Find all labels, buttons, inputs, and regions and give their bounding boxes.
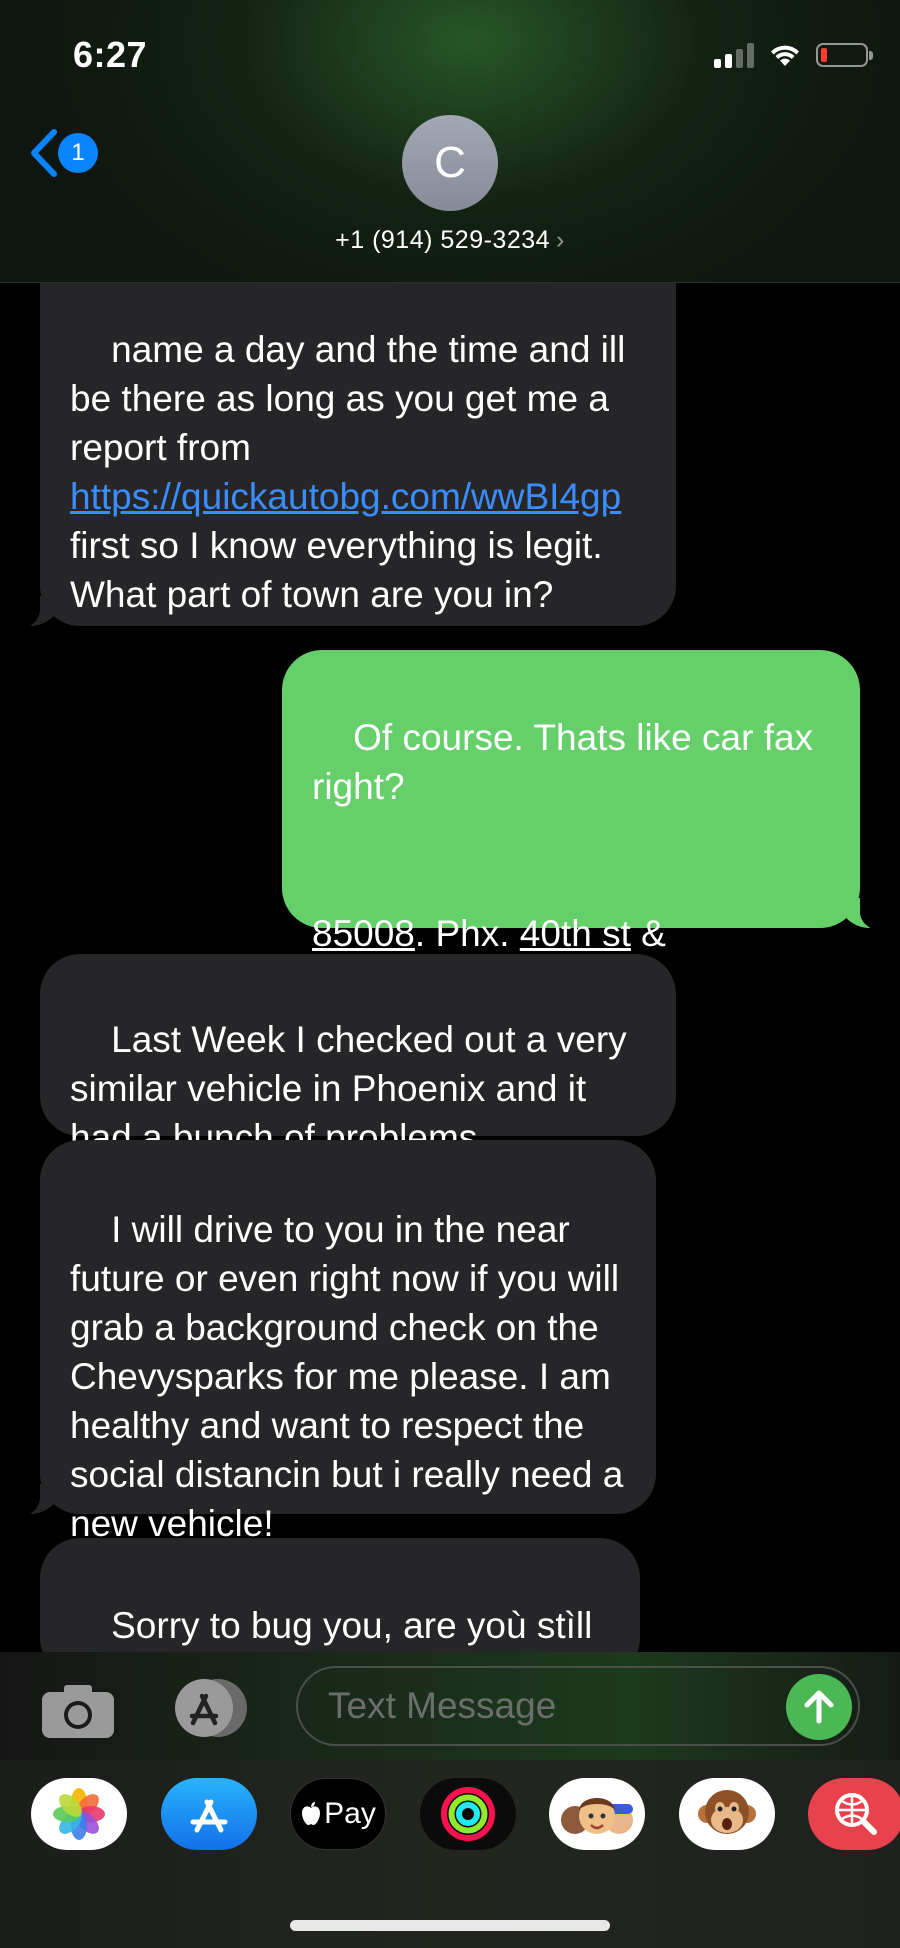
- camera-button[interactable]: [40, 1682, 116, 1740]
- imessage-app-drawer: Pay: [0, 1760, 900, 1948]
- apple-pay-app[interactable]: Pay: [290, 1778, 386, 1850]
- activity-icon: [441, 1787, 495, 1841]
- app-store-icon: [190, 1799, 228, 1833]
- message-input[interactable]: [296, 1666, 860, 1746]
- message-text: I will drive to you in the near future o…: [70, 1209, 634, 1544]
- memoji-icon: [561, 1798, 633, 1834]
- cellular-signal-icon: [714, 42, 754, 68]
- chevron-right-icon: ›: [556, 226, 565, 254]
- app-store-icon: [175, 1679, 247, 1737]
- message-text: name a day and the time and ill be there…: [70, 329, 636, 468]
- web-search-icon: [835, 1793, 877, 1835]
- message-text: Of course. Thats like car fax right?: [312, 717, 824, 807]
- unread-badge: 1: [58, 133, 98, 173]
- contact-number: +1 (914) 529-3234: [335, 226, 551, 254]
- message-link[interactable]: https://quickautobg.com/wwBI4gp: [70, 476, 621, 517]
- message-text: Last Week I checked out a very similar v…: [70, 1019, 637, 1158]
- address-link[interactable]: 40th st: [520, 913, 631, 954]
- contact-avatar[interactable]: C: [402, 115, 498, 211]
- status-time: 6:27: [73, 34, 148, 75]
- app-store-app[interactable]: [161, 1778, 257, 1850]
- message-bubble-outgoing[interactable]: Of course. Thats like car fax right? 850…: [282, 650, 886, 1003]
- message-bubble-incoming[interactable]: I will drive to you in the near future o…: [14, 1140, 656, 1544]
- chevron-left-icon: [31, 129, 57, 177]
- animoji-app[interactable]: [679, 1778, 775, 1850]
- arrow-up-icon: [804, 1690, 834, 1724]
- photos-icon: [53, 1788, 105, 1840]
- home-indicator[interactable]: [290, 1920, 610, 1931]
- apple-pay-label: Pay: [324, 1797, 376, 1830]
- memoji-app[interactable]: [549, 1778, 645, 1850]
- photos-app[interactable]: [31, 1778, 127, 1850]
- zip-code-link[interactable]: 85008: [312, 913, 415, 954]
- send-button[interactable]: [786, 1674, 852, 1740]
- message-text: Sorry to bug you, are yoù stìll hère tho…: [111, 1605, 593, 1646]
- app-store-button[interactable]: [166, 1678, 256, 1738]
- message-text: . Phx.: [414, 913, 520, 954]
- back-button[interactable]: 1: [26, 128, 98, 178]
- message-bubble-incoming[interactable]: Last Week I checked out a very similar v…: [40, 954, 676, 1158]
- message-bubble-incoming[interactable]: Sorry to bug you, are yoù stìll hère tho…: [40, 1538, 640, 1652]
- status-icons: [714, 40, 873, 70]
- camera-icon: [42, 1685, 114, 1738]
- activity-app[interactable]: [420, 1778, 516, 1850]
- message-list[interactable]: name a day and the time and ill be there…: [0, 282, 900, 1652]
- conversation-header: 6:27 1 C +1 (914) 529-3234 ›: [0, 0, 900, 283]
- animoji-monkey-icon: [698, 1790, 756, 1834]
- apple-logo-icon: [302, 1802, 321, 1825]
- wifi-icon: [771, 45, 799, 66]
- contact-name[interactable]: +1 (914) 529-3234 ›: [0, 226, 900, 255]
- web-search-app[interactable]: [808, 1778, 900, 1850]
- battery-icon: [816, 43, 873, 67]
- compose-bar: [0, 1652, 900, 1760]
- message-bubble-incoming[interactable]: name a day and the time and ill be there…: [14, 282, 676, 628]
